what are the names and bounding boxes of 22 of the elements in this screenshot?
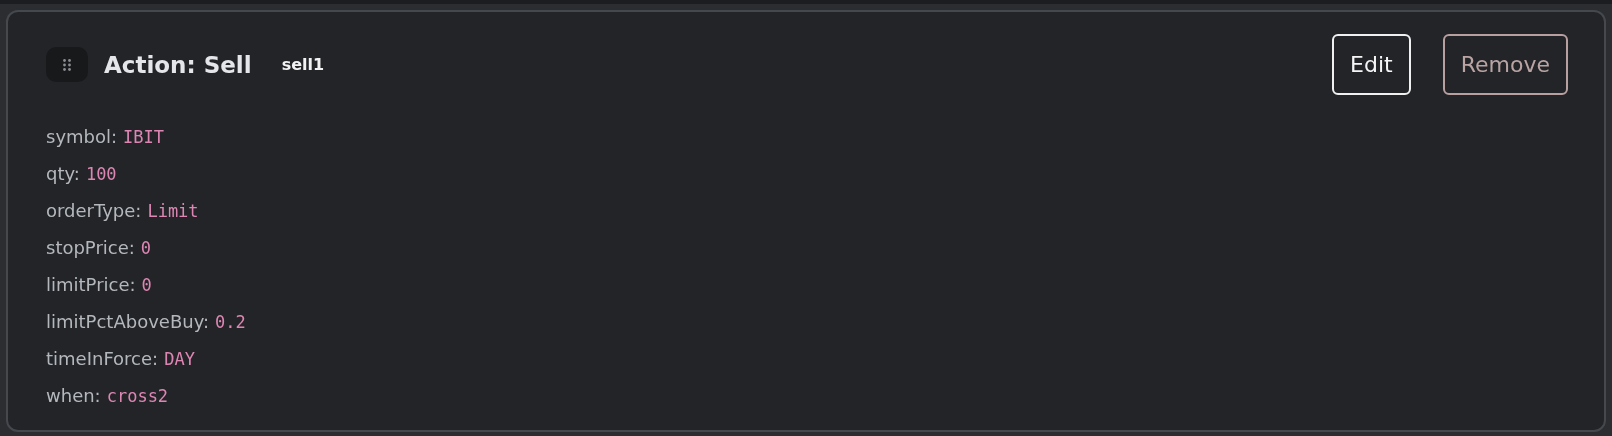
field-value: DAY <box>164 348 195 371</box>
field-label: limitPrice: <box>46 273 136 296</box>
field-value: 100 <box>85 163 117 186</box>
field-value: cross2 <box>106 385 169 408</box>
card-title: Action: Sell <box>104 51 252 78</box>
field-label: timeInForce: <box>46 347 159 370</box>
field-label: symbol: <box>46 125 118 148</box>
remove-button[interactable]: Remove <box>1442 34 1568 95</box>
drag-dots-icon <box>63 58 71 71</box>
field-value: Limit <box>147 200 199 223</box>
drag-handle[interactable] <box>46 47 88 82</box>
action-id: sell1 <box>281 55 325 74</box>
field-value: 0 <box>141 274 152 297</box>
field-label: orderType: <box>46 199 142 222</box>
field-value: IBIT <box>123 126 165 149</box>
field-label: limitPctAboveBuy: <box>46 310 210 333</box>
field-label: stopPrice: <box>46 236 135 259</box>
field-label: qty: <box>46 162 80 185</box>
field-value: 0 <box>140 237 152 260</box>
field-value: 0.2 <box>215 311 246 334</box>
field-label: when: <box>46 384 101 407</box>
edit-button[interactable]: Edit <box>1332 34 1411 95</box>
